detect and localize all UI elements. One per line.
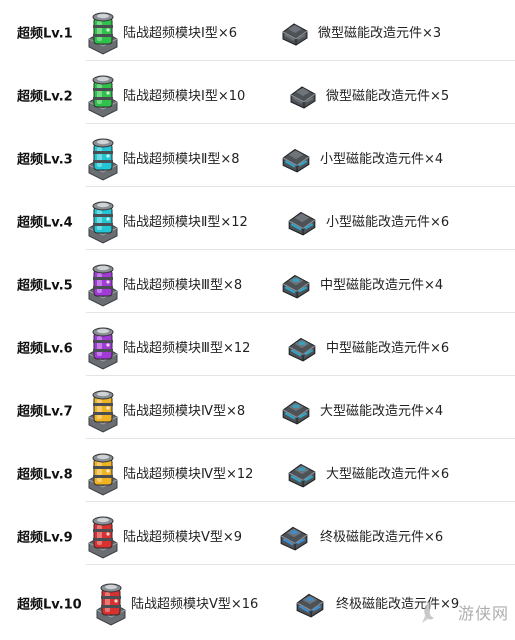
table-row: 超频Lv.7 陆战超频模块Ⅳ型×8 大型磁能改造元件×4 xyxy=(0,378,515,441)
part-cell: 小型磁能改造元件×6 xyxy=(286,206,449,236)
part-requirement: 大型磁能改造元件×6 xyxy=(326,467,450,482)
overclock-module-icon xyxy=(88,516,118,559)
table-row: 超频Lv.1 陆战超频模块Ⅰ型×6 微型磁能改造元件×3 xyxy=(0,0,515,63)
part-requirement: 大型磁能改造元件×4 xyxy=(320,404,444,419)
level-label: 超频Lv.3 xyxy=(17,152,73,167)
module-requirement: 陆战超频模块Ⅴ型×16 xyxy=(131,597,259,612)
level-label: 超频Lv.5 xyxy=(17,278,73,293)
part-cell: 大型磁能改造元件×6 xyxy=(286,458,449,488)
row-divider xyxy=(86,564,515,565)
row-divider xyxy=(86,123,515,124)
table-row: 超频Lv.2 陆战超频模块Ⅰ型×10 微型磁能改造元件×5 xyxy=(0,63,515,126)
row-divider xyxy=(86,501,515,502)
module-cell: 陆战超频模块Ⅳ型×8 xyxy=(86,387,245,433)
level-label: 超频Lv.6 xyxy=(17,341,73,356)
part-requirement: 小型磁能改造元件×6 xyxy=(326,215,450,230)
row-divider xyxy=(86,186,515,187)
magnetic-part-icon xyxy=(282,274,310,298)
module-requirement: 陆战超频模块Ⅳ型×12 xyxy=(123,467,254,482)
level-label: 超频Lv.2 xyxy=(17,89,73,104)
overclock-module-icon xyxy=(88,264,118,307)
part-cell: 微型磁能改造元件×3 xyxy=(280,18,441,46)
level-label: 超频Lv.7 xyxy=(17,404,73,419)
magnetic-part-icon xyxy=(282,400,310,424)
magnetic-part-icon xyxy=(288,463,316,487)
part-requirement: 中型磁能改造元件×6 xyxy=(326,341,450,356)
magnetic-part-icon xyxy=(282,148,310,172)
overclock-module-icon xyxy=(88,138,118,181)
overclock-module-icon xyxy=(88,75,118,118)
part-cell: 大型磁能改造元件×4 xyxy=(280,395,443,425)
part-requirement: 微型磁能改造元件×5 xyxy=(326,89,450,104)
watermark: 游侠网 xyxy=(457,604,509,623)
table-row: 超频Lv.8 陆战超频模块Ⅳ型×12 大型磁能改造元件×6 xyxy=(0,441,515,504)
level-label: 超频Lv.4 xyxy=(17,215,73,230)
table-row: 超频Lv.5 陆战超频模块Ⅲ型×8 中型磁能改造元件×4 xyxy=(0,252,515,315)
module-cell: 陆战超频模块Ⅴ型×9 xyxy=(86,513,242,559)
module-requirement: 陆战超频模块Ⅱ型×8 xyxy=(123,152,240,167)
row-divider xyxy=(86,312,515,313)
module-cell: 陆战超频模块Ⅰ型×10 xyxy=(86,72,245,118)
module-requirement: 陆战超频模块Ⅲ型×8 xyxy=(123,278,243,293)
overclock-module-icon xyxy=(88,453,118,496)
module-cell: 陆战超频模块Ⅲ型×8 xyxy=(86,261,242,307)
overclock-module-icon xyxy=(88,327,118,370)
overclock-module-icon xyxy=(96,583,126,626)
overclock-module-icon xyxy=(88,12,118,55)
module-cell: 陆战超频模块Ⅰ型×6 xyxy=(86,9,237,55)
module-requirement: 陆战超频模块Ⅴ型×9 xyxy=(123,530,243,545)
watermark-logo-icon xyxy=(422,601,434,623)
part-cell: 微型磁能改造元件×5 xyxy=(288,81,449,109)
magnetic-part-icon xyxy=(280,526,308,551)
level-label: 超频Lv.1 xyxy=(17,26,73,41)
table-row: 超频Lv.6 陆战超频模块Ⅲ型×12 中型磁能改造元件×6 xyxy=(0,315,515,378)
table-row: 超频Lv.4 陆战超频模块Ⅱ型×12 小型磁能改造元件×6 xyxy=(0,189,515,252)
magnetic-part-icon xyxy=(288,211,316,235)
table-row: 超频Lv.9 陆战超频模块Ⅴ型×9 终极磁能改造元件×6 xyxy=(0,504,515,567)
module-requirement: 陆战超频模块Ⅲ型×12 xyxy=(123,341,251,356)
module-cell: 陆战超频模块Ⅱ型×12 xyxy=(86,198,248,244)
level-label: 超频Lv.10 xyxy=(17,597,82,612)
part-cell: 中型磁能改造元件×4 xyxy=(280,269,443,299)
part-requirement: 终极磁能改造元件×6 xyxy=(320,530,444,545)
module-cell: 陆战超频模块Ⅱ型×8 xyxy=(86,135,240,181)
module-cell: 陆战超频模块Ⅲ型×12 xyxy=(86,324,250,370)
part-requirement: 小型磁能改造元件×4 xyxy=(320,152,444,167)
module-requirement: 陆战超频模块Ⅰ型×6 xyxy=(123,26,237,41)
level-label: 超频Lv.9 xyxy=(17,530,73,545)
table-row: 超频Lv.3 陆战超频模块Ⅱ型×8 小型磁能改造元件×4 xyxy=(0,126,515,189)
row-divider xyxy=(86,438,515,439)
magnetic-part-icon xyxy=(282,22,308,46)
module-requirement: 陆战超频模块Ⅱ型×12 xyxy=(123,215,248,230)
magnetic-part-icon xyxy=(290,85,316,109)
part-cell: 终极磁能改造元件×6 xyxy=(276,521,443,551)
part-requirement: 中型磁能改造元件×4 xyxy=(320,278,444,293)
overclock-module-icon xyxy=(88,390,118,433)
magnetic-part-icon xyxy=(288,337,316,361)
row-divider xyxy=(86,60,515,61)
module-requirement: 陆战超频模块Ⅰ型×10 xyxy=(123,89,246,104)
magnetic-part-icon xyxy=(296,593,324,618)
overclock-material-table: 超频Lv.1 陆战超频模块Ⅰ型×6 微型磁能改造元件×3 超频Lv.2 陆战超频… xyxy=(0,0,515,638)
part-cell: 小型磁能改造元件×4 xyxy=(280,143,443,173)
part-requirement: 微型磁能改造元件×3 xyxy=(318,26,442,41)
row-divider xyxy=(86,249,515,250)
module-cell: 陆战超频模块Ⅳ型×12 xyxy=(86,450,253,496)
module-cell: 陆战超频模块Ⅴ型×16 xyxy=(94,580,258,626)
part-requirement: 终极磁能改造元件×9 xyxy=(336,597,460,612)
row-divider xyxy=(86,375,515,376)
overclock-module-icon xyxy=(88,201,118,244)
module-requirement: 陆战超频模块Ⅳ型×8 xyxy=(123,404,246,419)
level-label: 超频Lv.8 xyxy=(17,467,73,482)
part-cell: 中型磁能改造元件×6 xyxy=(286,332,449,362)
